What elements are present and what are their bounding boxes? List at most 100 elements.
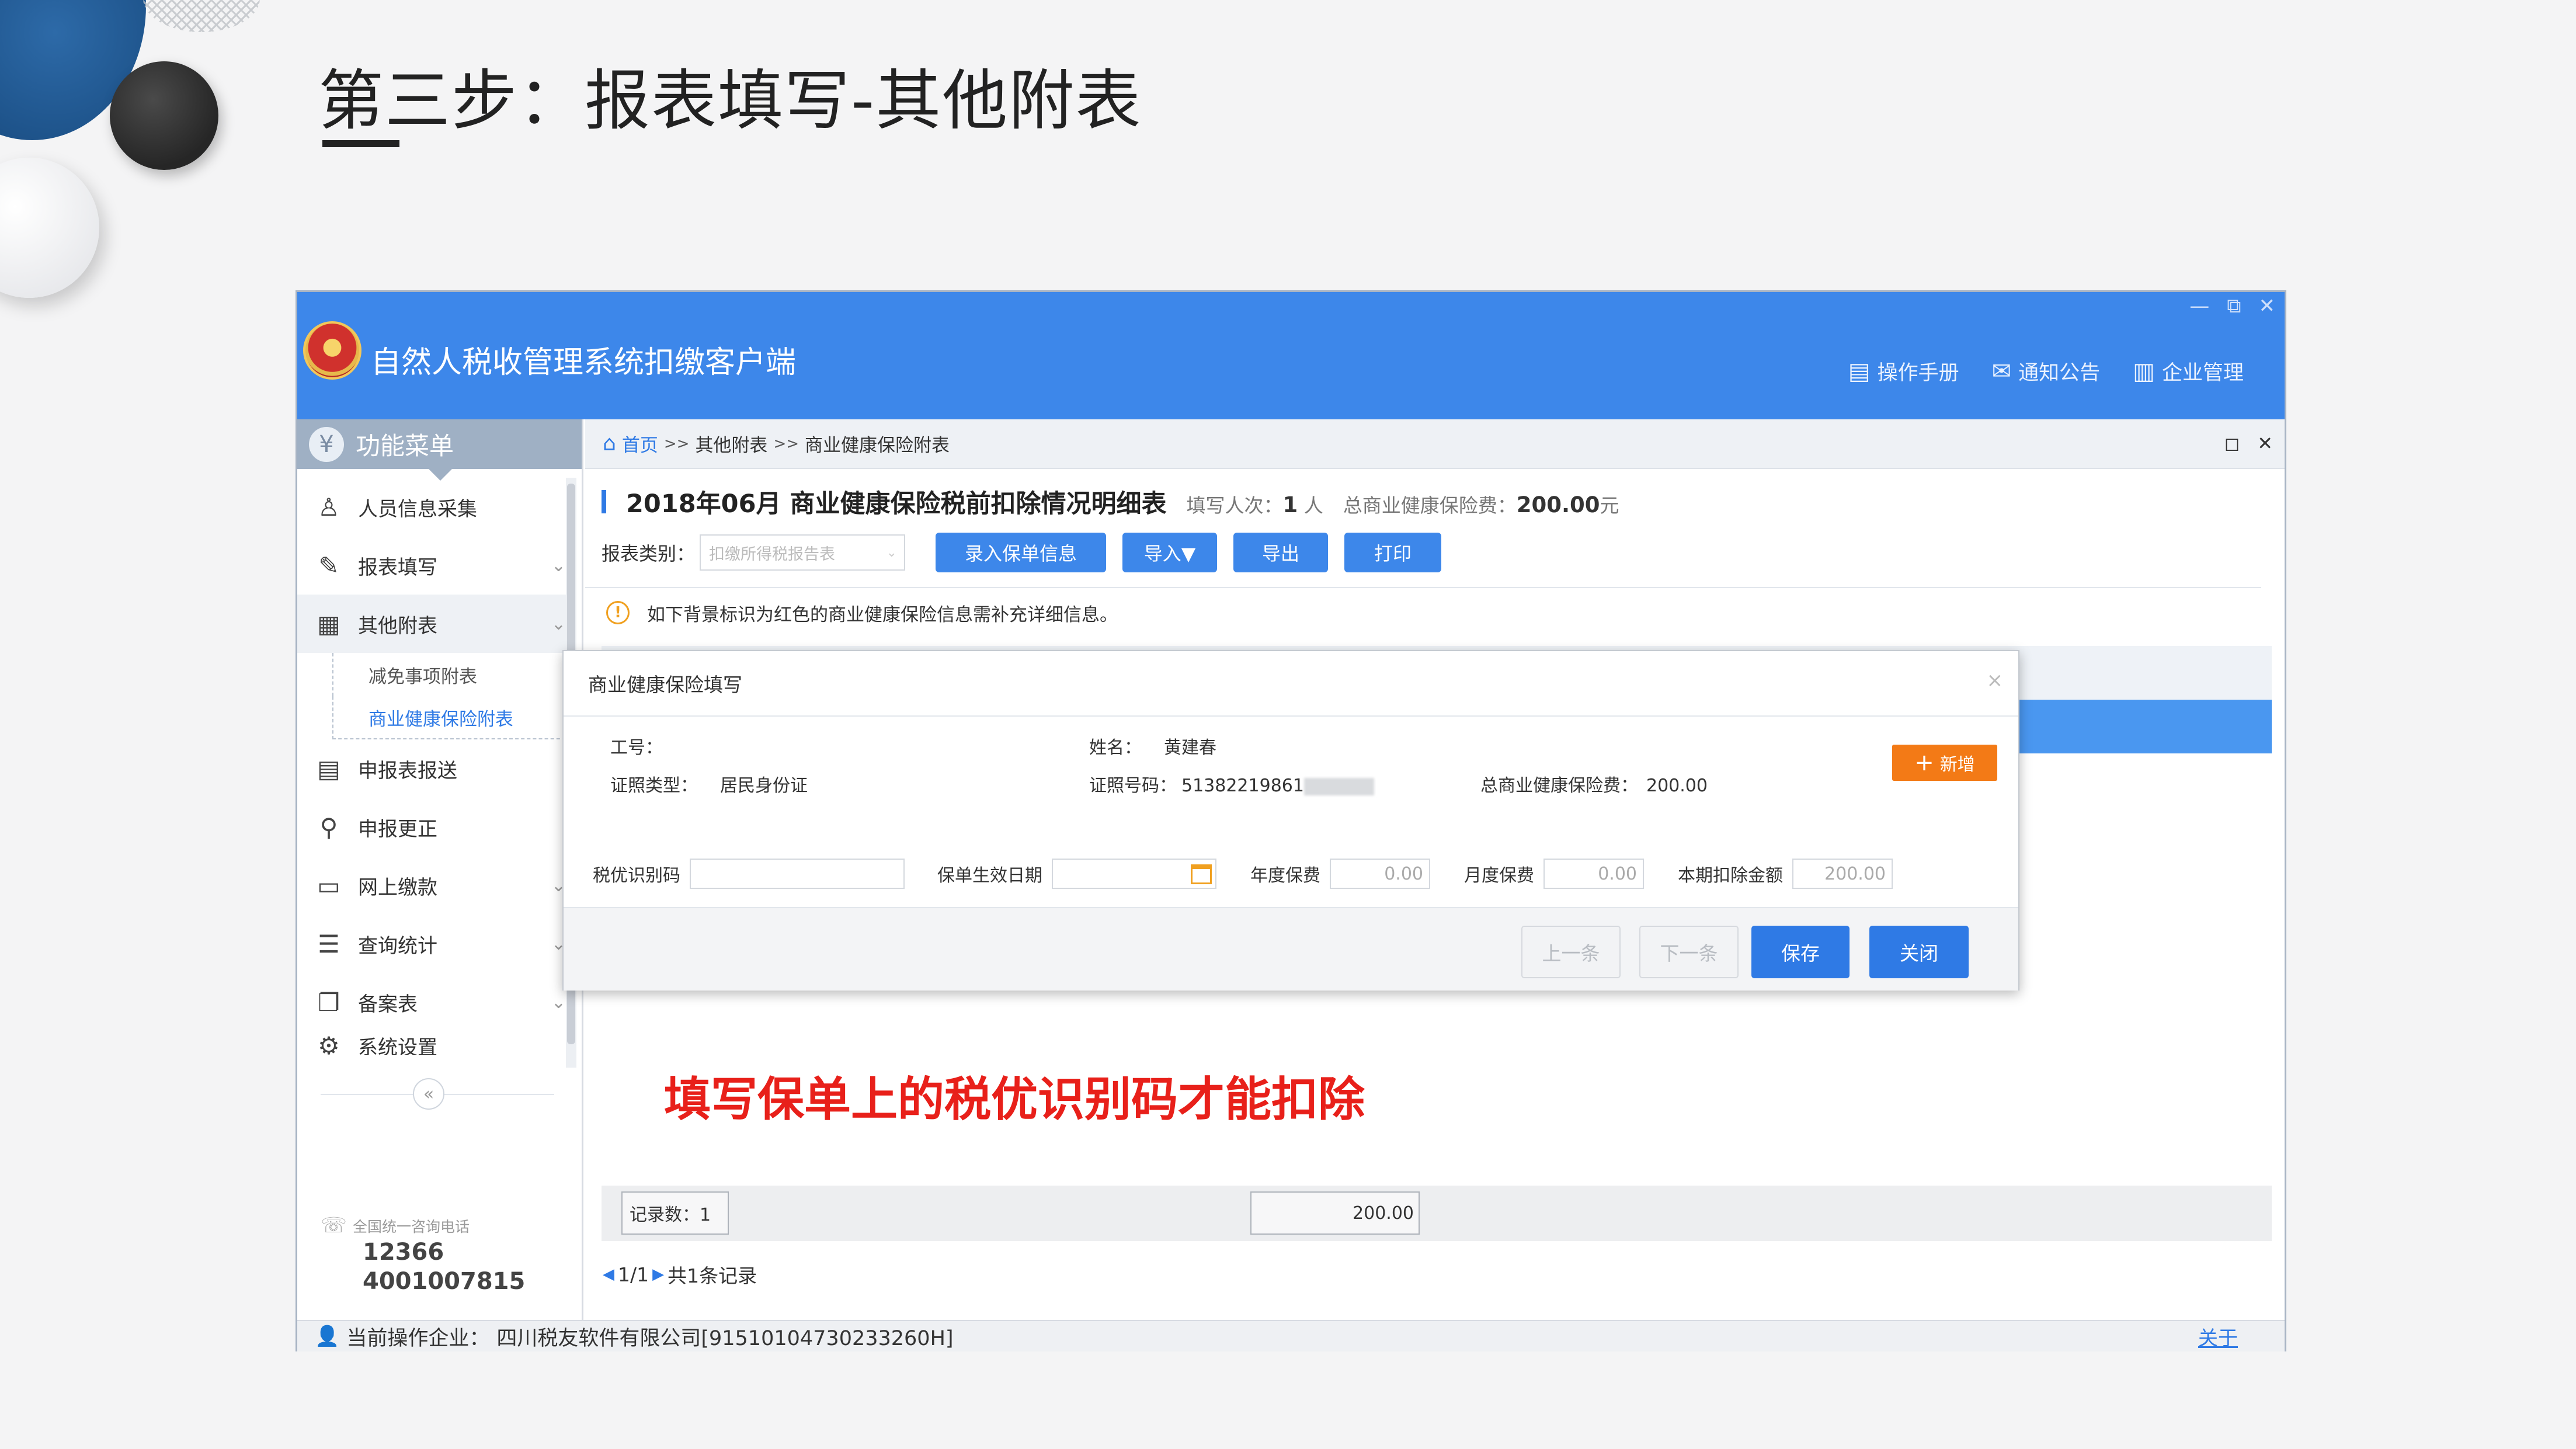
accent-bar — [602, 490, 606, 513]
about-link[interactable]: 关于 — [2198, 1322, 2238, 1351]
nav-company-label: 企业管理 — [2161, 362, 2244, 385]
report-header: 2018年06月 商业健康保险税前扣除情况明细表 填写人次：1 人 总商业健康保… — [602, 484, 1619, 520]
health-insurance-dialog: 商业健康保险填写 × 工号： 姓名： 黄建春 证照类型： 居民身份证 证照号码： 51… — [562, 650, 2019, 991]
minimize-icon[interactable]: — — [2189, 294, 2209, 318]
window-controls: — ⧉ ✕ — [2189, 294, 2275, 318]
warning-icon: ! — [606, 601, 630, 624]
breadcrumb-home[interactable]: 首页 — [622, 430, 658, 457]
yen-icon: ¥ — [309, 426, 344, 462]
category-label: 报表类别： — [602, 543, 696, 565]
sidebar-item-payment[interactable]: ▭ 网上缴款 ⌄ — [297, 856, 572, 915]
add-button-label: 新增 — [1939, 755, 1975, 775]
sidebar-item-correction[interactable]: ⚲ 申报更正 — [297, 798, 572, 856]
sidebar-item-query[interactable]: ☰ 查询统计 ⌄ — [297, 915, 572, 973]
collapse-sidebar-button[interactable]: « — [413, 1078, 444, 1110]
effective-date-input[interactable] — [1052, 859, 1216, 889]
hotline: ☏ 全国统一咨询电话 12366 4001007815 — [321, 1214, 525, 1296]
enter-policy-button[interactable]: 录入保单信息 — [936, 533, 1107, 572]
national-emblem-icon — [303, 321, 361, 380]
close-icon[interactable]: × — [1987, 669, 2004, 692]
prev-page-icon[interactable]: ◀ — [603, 1266, 614, 1283]
sidebar-item-other-schedules[interactable]: ▦ 其他附表 ⌄ — [297, 595, 572, 653]
tax-code-input[interactable] — [690, 859, 905, 889]
export-button[interactable]: 导出 — [1233, 533, 1329, 572]
table-footer — [602, 1186, 2272, 1241]
effective-date-label: 保单生效日期 — [937, 866, 1042, 886]
monthly-premium-input[interactable]: 0.00 — [1543, 859, 1644, 889]
dialog-close-button[interactable]: 关闭 — [1869, 926, 1969, 978]
decor-white-circle — [0, 158, 99, 298]
sidebar-item-report-submit[interactable]: ▤ 申报表报送 — [297, 739, 572, 798]
sidebar-item-report-fill[interactable]: ✎ 报表填写 ⌄ — [297, 536, 572, 595]
job-no-field: 工号： — [610, 738, 663, 758]
deduct-amount-input[interactable]: 200.00 — [1792, 859, 1893, 889]
submenu-item-health-insurance[interactable]: 商业健康保险附表 — [332, 696, 572, 739]
annual-premium-input[interactable]: 0.00 — [1330, 859, 1430, 889]
report-title: 2018年06月 商业健康保险税前扣除情况明细表 — [626, 489, 1167, 519]
building-icon: ▥ — [2133, 357, 2155, 385]
prev-record-button[interactable]: 上一条 — [1521, 926, 1621, 978]
sidebar-item-settings[interactable]: ⚙ 系统设置 — [297, 1031, 572, 1055]
nav-company[interactable]: ▥ 企业管理 — [2133, 356, 2244, 386]
breadcrumb-separator: >> — [663, 435, 690, 453]
breadcrumb-level1[interactable]: 其他附表 — [695, 430, 767, 457]
status-label: 当前操作企业： — [346, 1326, 490, 1350]
sidebar-menu: ♙ 人员信息采集 ✎ 报表填写 ⌄ ▦ 其他附表 ⌄ 减免事项附表 商业健康保险… — [297, 478, 572, 1055]
sidebar-item-label: 其他附表 — [358, 614, 437, 638]
next-page-icon[interactable]: ▶ — [652, 1266, 664, 1283]
sidebar-item-filing[interactable]: ❐ 备案表 ⌄ — [297, 973, 572, 1031]
annual-premium-label: 年度保费 — [1250, 866, 1320, 886]
title-underline — [322, 140, 399, 147]
next-record-button[interactable]: 下一条 — [1639, 926, 1739, 978]
records-total: 共1条记录 — [668, 1264, 757, 1287]
toolbar: 报表类别： 扣缴所得税报告表 ⌄ 录入保单信息 导入▼ 导出 打印 — [602, 533, 1442, 572]
dialog-title: 商业健康保险填写 — [588, 673, 742, 696]
deduct-amount-label: 本期扣除金额 — [1678, 866, 1783, 886]
add-button[interactable]: + 新增 — [1892, 745, 1997, 781]
nav-manual[interactable]: ▤ 操作手册 — [1848, 356, 1959, 386]
slide-title: 第三步：报表填写-其他附表 — [318, 63, 1142, 139]
id-no-field: 证照号码： 51382219861 — [1089, 771, 1374, 797]
nav-notice-label: 通知公告 — [2018, 362, 2101, 385]
category-select[interactable]: 扣缴所得税报告表 ⌄ — [700, 534, 906, 571]
chevron-down-icon: ⌄ — [551, 555, 566, 576]
search-icon: ⚲ — [319, 812, 338, 842]
dialog-footer: 上一条 下一条 保存 关闭 — [564, 907, 2018, 991]
submenu-item-exemption[interactable]: 减免事项附表 — [332, 653, 572, 696]
person-icon: ♙ — [318, 492, 340, 522]
report-send-icon: ▤ — [317, 754, 340, 783]
close-icon[interactable]: ✕ — [2257, 432, 2273, 454]
app-title: 自然人税收管理系统扣缴客户端 — [371, 345, 797, 380]
sidebar: ¥ 功能菜单 ♙ 人员信息采集 ✎ 报表填写 ⌄ ▦ 其他附表 ⌄ 减免事项附表… — [297, 419, 583, 1320]
calendar-icon[interactable] — [1191, 864, 1212, 884]
sidebar-item-label: 网上缴款 — [358, 875, 437, 899]
home-icon[interactable]: ⌂ — [603, 432, 616, 456]
close-icon[interactable]: ✕ — [2259, 294, 2276, 318]
id-type-field: 证照类型： 居民身份证 — [610, 776, 808, 796]
grid-icon: ▦ — [317, 609, 340, 638]
breadcrumb-separator: >> — [773, 435, 799, 453]
tip-bar: ! 如下背景标识为红色的商业健康保险信息需补充详细信息。 — [585, 587, 2261, 637]
query-icon: ☰ — [318, 929, 340, 958]
maximize-icon[interactable]: ◻ — [2224, 432, 2240, 454]
folder-icon: ▭ — [317, 871, 340, 900]
status-company: 四川税友软件有限公司[91510104730233260H] — [496, 1326, 954, 1350]
save-button[interactable]: 保存 — [1751, 926, 1850, 978]
page-indicator: 1/1 — [618, 1263, 649, 1286]
dialog-header: 商业健康保险填写 × — [564, 651, 2018, 717]
nav-notice[interactable]: ✉ 通知公告 — [1992, 356, 2101, 386]
pager: ◀ 1/1 ▶ 共1条记录 — [603, 1260, 757, 1288]
sidebar-item-personnel[interactable]: ♙ 人员信息采集 — [297, 478, 572, 536]
chevron-down-icon: ⌄ — [886, 545, 898, 560]
restore-icon[interactable]: ⧉ — [2227, 294, 2241, 318]
import-button[interactable]: 导入▼ — [1122, 533, 1218, 572]
redacted-mask — [1303, 777, 1374, 795]
total-premium-field: 总商业健康保险费： 200.00 — [1480, 776, 1708, 796]
print-button[interactable]: 打印 — [1344, 533, 1442, 572]
edit-icon: ✎ — [318, 551, 339, 580]
chevron-down-icon: ⌄ — [551, 992, 566, 1013]
gear-icon: ⚙ — [318, 1031, 340, 1055]
phone-icon: ☏ — [321, 1214, 347, 1238]
decor-mesh — [143, 0, 260, 32]
chevron-down-icon: ⌄ — [551, 613, 566, 634]
